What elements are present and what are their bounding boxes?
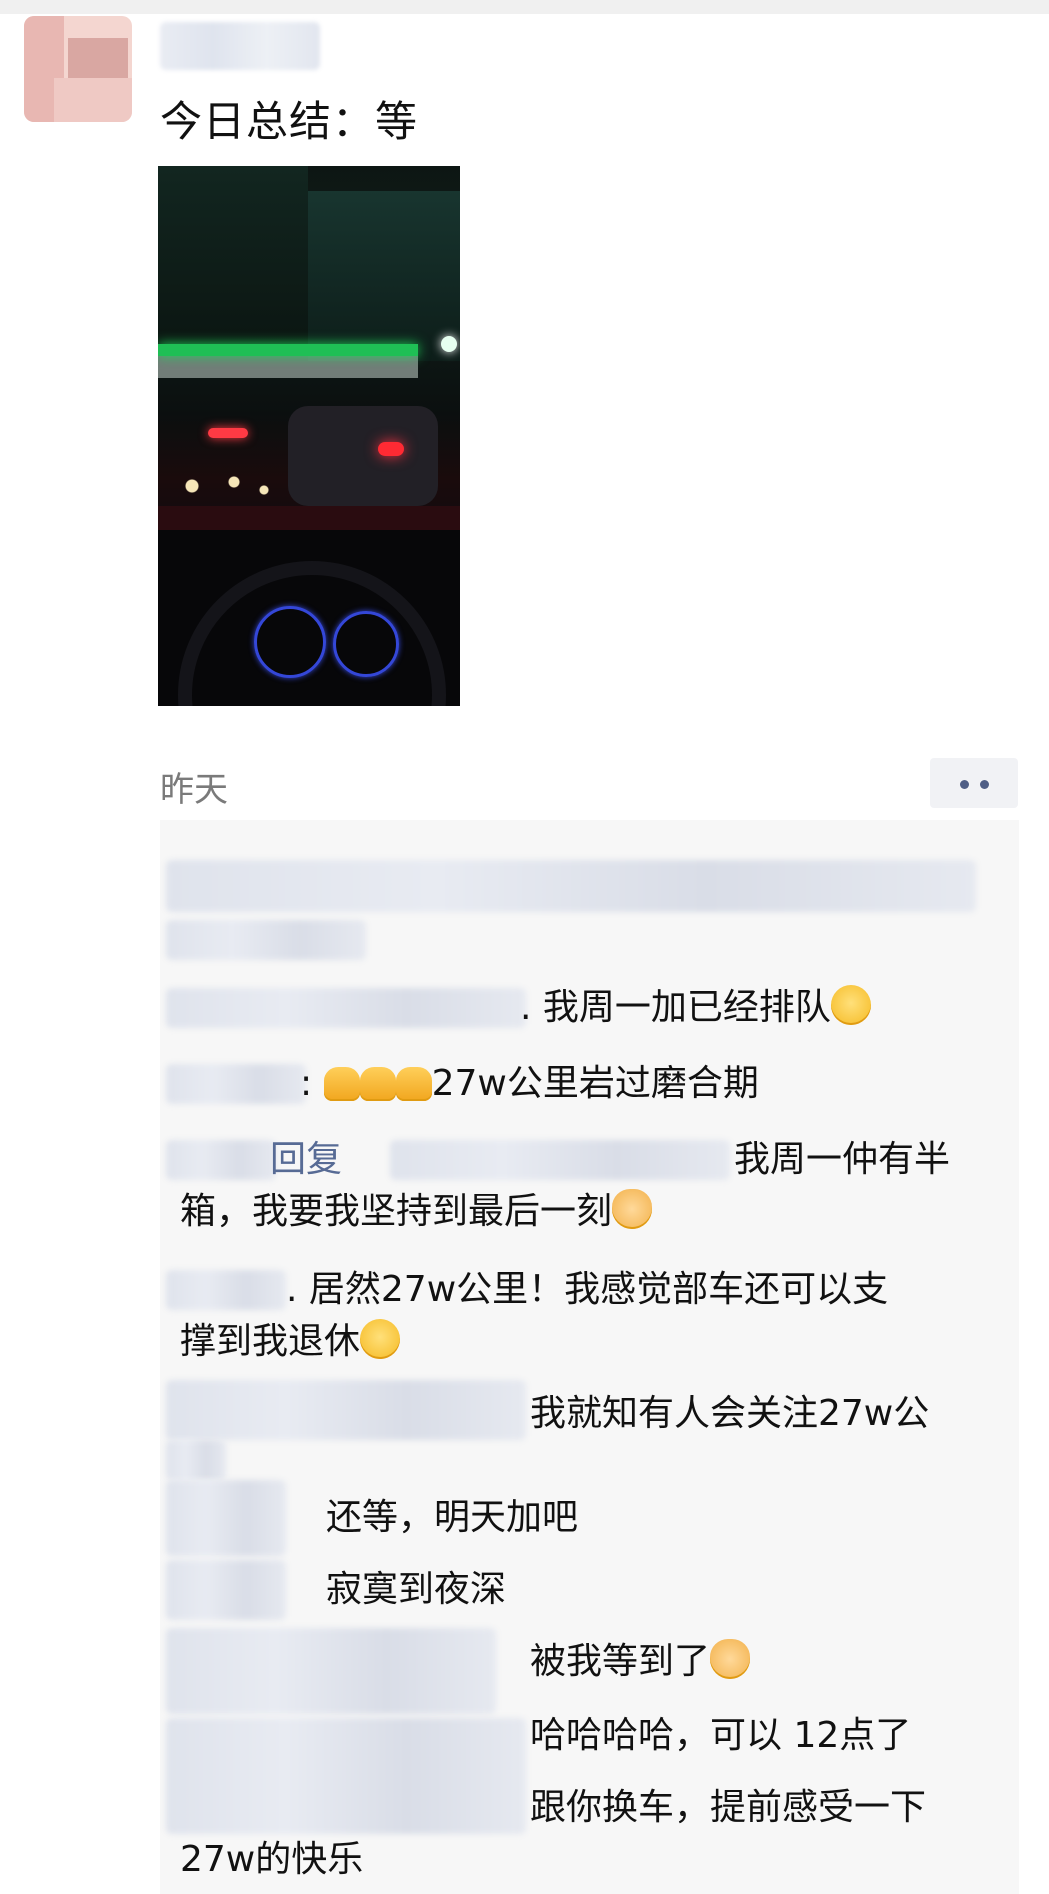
post-text: 今日总结：等 <box>160 97 419 146</box>
comments-section: . 我周一加已经排队 : 27w公里岩过磨合期 回复 我周一仲有半 箱，我要我坚… <box>160 820 1019 1894</box>
comment-text[interactable]: . 居然27w公里！我感觉部车还可以支 <box>286 1264 888 1316</box>
blurred-commenter-name <box>166 1560 286 1620</box>
comment-text[interactable]: 27w的快乐 <box>180 1834 363 1886</box>
top-bar <box>0 0 1049 14</box>
doge-emoji <box>612 1189 653 1229</box>
blurred-likes <box>166 920 366 960</box>
comment-body: 哈哈哈哈，可以 12点了 <box>530 1715 912 1756</box>
doge-emoji <box>710 1639 751 1679</box>
reply-label: 回复 <box>270 1139 343 1180</box>
blurred-commenter-name <box>166 988 526 1028</box>
comment-text[interactable]: 箱，我要我坚持到最后一刻 <box>180 1186 653 1238</box>
comment-text[interactable]: 撑到我退休 <box>180 1316 401 1368</box>
comment-text[interactable]: 跟你换车，提前感受一下 <box>530 1782 926 1834</box>
pray-emoji <box>323 1067 360 1101</box>
comment-body: 箱，我要我坚持到最后一刻 <box>180 1191 613 1232</box>
comment-text[interactable]: 哈哈哈哈，可以 12点了 <box>530 1710 911 1762</box>
blurred-commenter-name <box>166 1380 526 1440</box>
more-options-button[interactable] <box>930 758 1018 808</box>
laughing-tears-emoji <box>830 985 871 1025</box>
comment-body: . 我周一加已经排队 <box>520 987 831 1028</box>
avatar-pixel-block <box>54 78 132 122</box>
photo-taillight <box>378 442 404 456</box>
comment-body: 27w公里岩过磨合期 <box>431 1063 759 1104</box>
comment-text[interactable]: . 我周一加已经排队 <box>520 982 871 1034</box>
pray-emoji <box>359 1067 396 1101</box>
comment-text[interactable]: 我就知有人会关注27w公 <box>530 1388 929 1440</box>
blurred-commenter-name <box>166 1064 306 1104</box>
comment-body: 寂寞到夜深 <box>326 1569 507 1610</box>
post-time: 昨天 <box>160 770 228 810</box>
photo-building <box>158 166 308 356</box>
photo-lamp <box>441 336 457 352</box>
photo-canopy <box>158 356 418 378</box>
photo-taillight <box>208 428 248 438</box>
photo-canopy-green-light <box>158 344 418 356</box>
comment-body: 还等，明天加吧 <box>326 1497 579 1538</box>
blurred-commenter-name <box>166 1140 276 1180</box>
comment-text[interactable]: 还等，明天加吧 <box>326 1492 578 1544</box>
comment-body: . 居然27w公里！我感觉部车还可以支 <box>286 1269 889 1310</box>
comment-body: 27w的快乐 <box>180 1839 364 1880</box>
comment-body: 我就知有人会关注27w公 <box>530 1393 930 1434</box>
post-photo[interactable] <box>158 166 460 706</box>
comment-text[interactable]: 回复 <box>270 1134 342 1186</box>
blurred-commenter-name <box>166 1628 496 1714</box>
photo-gauge <box>333 611 399 677</box>
blurred-commenter-name <box>166 1440 226 1480</box>
pray-emoji <box>395 1067 432 1101</box>
photo-car <box>288 406 438 506</box>
photo-windshield-edge <box>158 506 460 530</box>
comment-body: 我周一仲有半 <box>734 1139 951 1180</box>
comment-body: : <box>300 1063 324 1104</box>
blurred-reply-target <box>390 1140 730 1180</box>
comment-text[interactable]: 我周一仲有半 <box>734 1134 950 1186</box>
blurred-likes <box>166 860 976 912</box>
comment-body: 跟你换车，提前感受一下 <box>530 1787 927 1828</box>
comment-text[interactable]: 被我等到了 <box>530 1636 751 1688</box>
smile-emoji <box>360 1319 401 1359</box>
comment-body: 撑到我退休 <box>180 1321 361 1362</box>
comment-text[interactable]: : 27w公里岩过磨合期 <box>300 1058 759 1110</box>
photo-lights <box>168 466 288 506</box>
photo-gauge <box>254 606 326 678</box>
blurred-commenter-name <box>166 1718 526 1834</box>
avatar[interactable] <box>24 16 132 122</box>
photo-building <box>308 191 460 361</box>
blurred-commenter-name <box>166 1270 286 1310</box>
blurred-username[interactable] <box>160 22 320 70</box>
comment-text[interactable]: 寂寞到夜深 <box>326 1564 506 1616</box>
more-dot-icon <box>960 780 969 789</box>
blurred-commenter-name <box>166 1480 286 1556</box>
comment-body: 被我等到了 <box>530 1641 711 1682</box>
more-dot-icon <box>980 780 989 789</box>
avatar-pixel-block <box>68 38 128 78</box>
